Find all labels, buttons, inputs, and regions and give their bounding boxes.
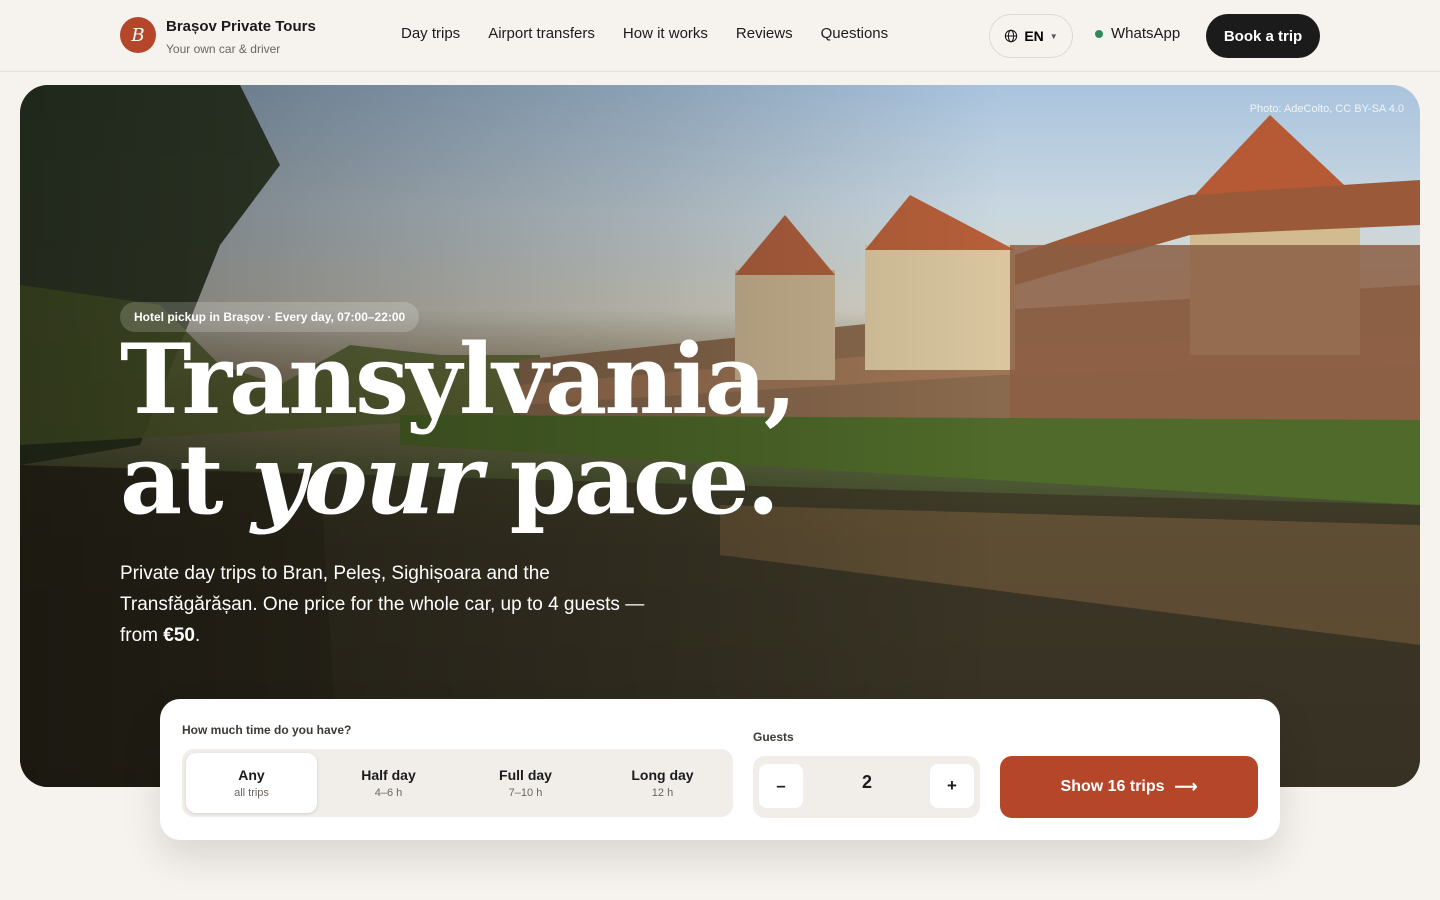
duration-option-long-day[interactable]: Long day 12 h	[597, 753, 728, 813]
chevron-down-icon: ▼	[1049, 31, 1058, 41]
duration-selector: Any all trips Half day 4–6 h Full day 7–…	[182, 749, 733, 817]
duration-label: How much time do you have?	[182, 723, 352, 737]
nav-airport-transfers[interactable]: Airport transfers	[488, 25, 595, 42]
option-title: Full day	[499, 767, 552, 783]
guests-label: Guests	[753, 730, 794, 744]
whatsapp-link[interactable]: WhatsApp	[1095, 25, 1180, 42]
guests-count: 2	[861, 772, 872, 792]
hero-description-end: .	[194, 625, 201, 646]
increment-guests-button[interactable]: +	[930, 764, 974, 808]
nav-reviews[interactable]: Reviews	[736, 25, 793, 42]
brand-name[interactable]: Brașov Private Tours	[166, 18, 316, 35]
option-subtitle: all trips	[234, 787, 269, 799]
photo-credit[interactable]: Photo: AdeColto, CC BY-SA 4.0	[1250, 103, 1404, 115]
book-trip-button[interactable]: Book a trip	[1206, 14, 1320, 58]
hero-title: Transylvania, at your pace.	[120, 330, 797, 530]
option-subtitle: 4–6 h	[374, 787, 403, 799]
globe-icon	[1005, 29, 1018, 43]
logo-badge[interactable]: B	[120, 17, 156, 53]
show-trips-label: Show 16 trips	[1060, 778, 1165, 795]
site-header: B Brașov Private Tours Your own car & dr…	[0, 0, 1440, 72]
hero-description: Private day trips to Bran, Peleș, Sighiș…	[120, 558, 660, 651]
starting-price: €50	[163, 625, 195, 646]
language-code: EN	[1024, 28, 1044, 44]
hero-title-line2a: at	[120, 423, 251, 536]
arrow-right-icon: ⟶	[1174, 779, 1198, 796]
show-trips-button[interactable]: Show 16 trips ⟶	[1000, 756, 1258, 818]
hero-title-emphasis: your	[250, 423, 482, 536]
language-selector[interactable]: EN ▼	[989, 14, 1073, 58]
hero-title-line1: Transylvania,	[120, 323, 797, 436]
option-subtitle: 7–10 h	[508, 787, 543, 799]
hero-section: Photo: AdeColto, CC BY-SA 4.0 Hotel pick…	[20, 85, 1420, 787]
main-nav: Day trips Airport transfers How it works…	[401, 25, 888, 42]
decrement-guests-button[interactable]: –	[759, 764, 803, 808]
trip-filter-card: How much time do you have? Any all trips…	[160, 699, 1280, 840]
duration-option-full-day[interactable]: Full day 7–10 h	[460, 753, 591, 813]
duration-option-any[interactable]: Any all trips	[186, 753, 317, 813]
option-title: Half day	[361, 767, 416, 783]
duration-option-half-day[interactable]: Half day 4–6 h	[323, 753, 454, 813]
option-subtitle: 12 h	[651, 787, 674, 799]
option-title: Any	[238, 767, 265, 783]
online-dot-icon	[1095, 29, 1103, 38]
hero-title-line2b: pace.	[479, 423, 780, 536]
brand-tagline: Your own car & driver	[166, 42, 281, 56]
nav-day-trips[interactable]: Day trips	[401, 25, 460, 42]
option-title: Long day	[631, 767, 694, 783]
nav-how-it-works[interactable]: How it works	[623, 25, 708, 42]
nav-questions[interactable]: Questions	[821, 25, 889, 42]
guests-stepper: – 2 +	[753, 756, 980, 818]
whatsapp-label: WhatsApp	[1111, 25, 1181, 42]
